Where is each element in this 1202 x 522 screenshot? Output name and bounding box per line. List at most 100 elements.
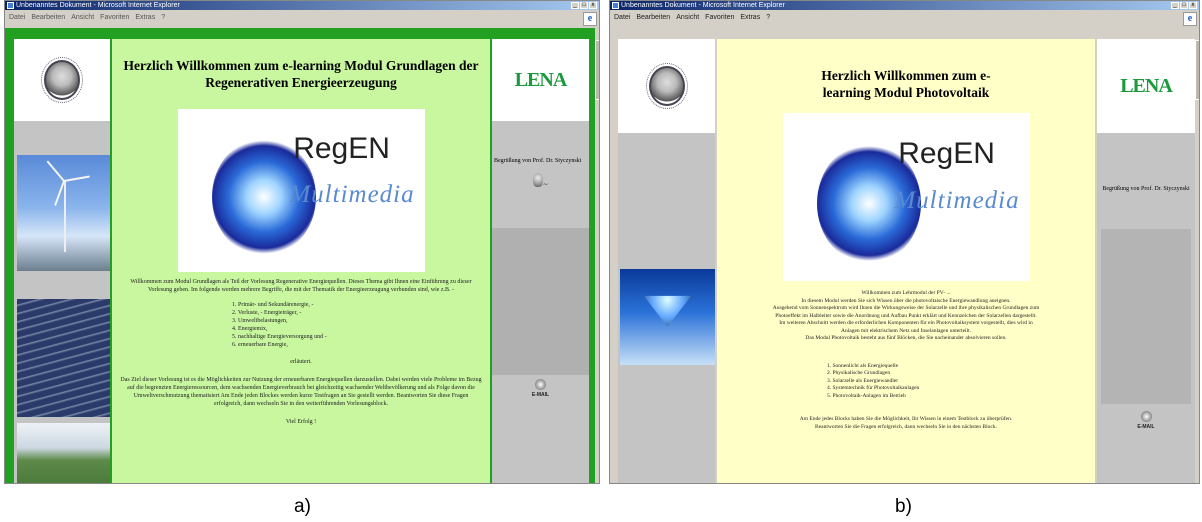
main-content-b: Herzlich Willkommen zum e-learning Modul…	[717, 39, 1095, 483]
list-item: 2. Physikalische Grundlagen	[827, 370, 891, 376]
footer-text-b: Am Ende jedes Blocks haben Sie die Mögli…	[717, 416, 1095, 431]
ie-window-icon	[7, 2, 14, 9]
goal-text-a: Das Ziel dieser Vorlesung ist es die Mög…	[120, 377, 482, 407]
right-column-a: Begrüßung von Prof. Dr. Styczynski ~ E-M…	[492, 121, 589, 483]
solar-crystal-image	[620, 269, 715, 365]
footer-line: Am Ende jedes Blocks haben Sie die Mögli…	[799, 416, 1013, 422]
portrait-seal-icon	[645, 63, 688, 109]
menu-ansicht[interactable]: Ansicht	[676, 14, 699, 21]
menu-ansicht[interactable]: Ansicht	[71, 14, 94, 21]
list-item: 2. Verluste, - Energieträger, -	[232, 310, 302, 316]
list-item: 1. Primär- und Sekundärenergie, -	[232, 302, 314, 308]
menu-extras[interactable]: Extras	[135, 14, 155, 21]
block-list-b: 1. Sonnenlicht als Energiequelle 2. Phys…	[827, 363, 1095, 401]
intro-line: Ausgehend vom Sonnenspektrum wird Ihnen …	[772, 305, 1040, 311]
close-button[interactable]: x	[1189, 2, 1197, 9]
right-column-b: Begrüßung von Prof. Dr. Styczynski E-MAI…	[1097, 133, 1195, 483]
menu-datei[interactable]: Datei	[9, 14, 25, 21]
page-a: Herzlich Willkommen zum e-learning Modul…	[5, 28, 599, 483]
topic-list-a: 1. Primär- und Sekundärenergie, - 2. Ver…	[232, 301, 490, 349]
list-item: 6. erneuerbare Energie,	[232, 342, 288, 348]
scrollbar-b[interactable]	[1195, 28, 1199, 483]
speaker-icon[interactable]: ~	[492, 173, 589, 192]
video-area-b	[1101, 229, 1191, 404]
close-button[interactable]: x	[589, 2, 597, 9]
main-content-a: Herzlich Willkommen zum e-learning Modul…	[112, 39, 490, 483]
intro-line: In diesem Modul werden Sie sich Wissen ü…	[801, 297, 1011, 304]
university-logo	[618, 39, 715, 133]
intro-text-a: Willkommen zum Modul Grundlagen als Teil…	[130, 279, 472, 293]
regen-logo-subtitle: Multimedia	[289, 180, 415, 208]
lena-logo-text: LENA	[1120, 74, 1173, 97]
window-title-a: Unbenanntes Dokument - Microsoft Interne…	[16, 2, 180, 9]
greeting-link-b[interactable]: Begrüßung von Prof. Dr. Styczynski	[1097, 133, 1195, 193]
regen-logo-title: RegEN	[293, 131, 390, 165]
caption-a: a)	[294, 496, 311, 517]
solar-panels-image	[17, 299, 110, 417]
lena-logo[interactable]: LENA	[492, 39, 589, 121]
intro-line: Anlagen mit elektrischem Netz und Insela…	[841, 327, 971, 334]
menubar-b: Datei Bearbeiten Ansicht Favoriten Extra…	[610, 10, 1199, 28]
window-titlebar-a: Unbenanntes Dokument - Microsoft Interne…	[5, 1, 599, 10]
menu-favoriten[interactable]: Favoriten	[100, 14, 129, 21]
left-image-column	[14, 121, 110, 483]
maximize-button[interactable]: □	[580, 2, 588, 9]
window-controls-b: _ □ x	[1171, 2, 1197, 9]
page-heading-b: Herzlich Willkommen zum e-learning Modul…	[821, 68, 991, 100]
list-item: 5. Photovoltaik-Anlagen im Betrieb	[827, 392, 906, 399]
email-label-a: E-MAIL	[531, 392, 550, 398]
ie-logo-icon: e	[583, 12, 597, 26]
page-b: Herzlich Willkommen zum e-learning Modul…	[610, 28, 1199, 483]
regen-logo-subtitle: Multimedia	[894, 186, 1020, 214]
list-item: 4. Energiemix,	[232, 326, 268, 332]
menu-bearbeiten[interactable]: Bearbeiten	[636, 14, 670, 21]
minimize-button[interactable]: _	[1171, 2, 1179, 9]
email-button-b[interactable]: E-MAIL	[1097, 411, 1195, 430]
landscape-image	[17, 423, 110, 483]
portrait-seal-icon	[41, 57, 83, 103]
email-button-a[interactable]: E-MAIL	[492, 379, 589, 398]
page-heading-a: Herzlich Willkommen zum e-learning Modul…	[123, 58, 479, 90]
screenshot-a: Unbenanntes Dokument - Microsoft Interne…	[4, 0, 600, 484]
ie-logo-icon: e	[1183, 12, 1197, 26]
menu-datei[interactable]: Datei	[614, 14, 630, 21]
regen-multimedia-logo: RegEN Multimedia	[782, 113, 1030, 281]
footer-line: Beantworten Sie die Fragen erfolgreich, …	[815, 423, 997, 430]
minimize-button[interactable]: _	[571, 2, 579, 9]
menu-favoriten[interactable]: Favoriten	[705, 14, 734, 21]
intro-line: Photoeffekt im Halbleiter sowie die Anor…	[775, 312, 1037, 319]
menu-extras[interactable]: Extras	[740, 14, 760, 21]
lena-logo-text: LENA	[514, 68, 568, 91]
list-item: 3. Solarzelle als Energiewandler	[827, 377, 899, 384]
screenshot-b: Unbenanntes Dokument - Microsoft Interne…	[609, 0, 1200, 484]
window-title-b: Unbenanntes Dokument - Microsoft Interne…	[621, 2, 785, 9]
wind-turbine-image	[17, 155, 110, 271]
email-label-b: E-MAIL	[1137, 424, 1155, 430]
regen-logo-title: RegEN	[898, 136, 995, 170]
list-item: 5. nachhaltige Energieversorgung und -	[232, 334, 327, 340]
greeting-link-a[interactable]: Begrüßung von Prof. Dr. Styczynski	[492, 121, 589, 165]
university-logo	[14, 39, 110, 121]
menu-bearbeiten[interactable]: Bearbeiten	[31, 14, 65, 21]
lena-logo[interactable]: LENA	[1097, 39, 1195, 133]
menu-help[interactable]: ?	[161, 14, 165, 21]
intro-text-b: Willkommen zum Lehrmodul der PV- ... In …	[723, 290, 1089, 343]
left-image-column	[618, 133, 715, 483]
email-icon	[535, 379, 546, 390]
window-controls-a: _ □ x	[571, 2, 597, 9]
scrollbar-a[interactable]	[595, 28, 599, 483]
explained-text: erläutert.	[290, 359, 312, 365]
intro-line: Das Modul Photovoltaik besteht aus fünf …	[805, 335, 1007, 341]
menubar-a: Datei Bearbeiten Ansicht Favoriten Extra…	[5, 10, 599, 28]
intro-line: Willkommen zum Lehrmodul der PV- ...	[861, 290, 951, 296]
video-area-a	[492, 228, 589, 375]
ie-window-icon	[612, 2, 619, 9]
list-item: 4. Systemtechnik für Photovoltaikanlagen	[827, 385, 920, 391]
list-item: 1. Sonnenlicht als Energiequelle	[827, 362, 899, 369]
caption-b: b)	[895, 496, 912, 517]
email-icon	[1140, 411, 1152, 422]
success-text: Viel Erfolg !	[285, 419, 317, 425]
menu-help[interactable]: ?	[766, 14, 770, 21]
intro-line: Im weiteren Abschnitt werden die erforde…	[779, 320, 1033, 326]
maximize-button[interactable]: □	[1180, 2, 1188, 9]
